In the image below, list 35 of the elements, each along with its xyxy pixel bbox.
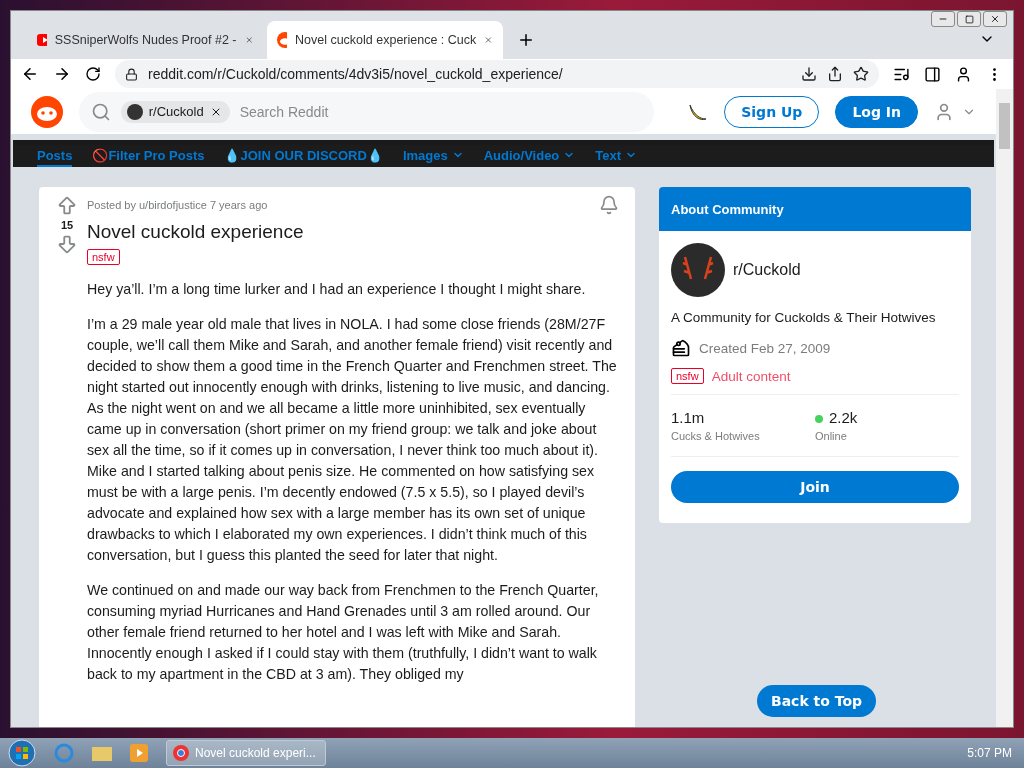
adult-content-label: Adult content — [711, 368, 791, 384]
browser-tab[interactable]: SSSniperWolfs Nudes Proof #2 - — [27, 21, 263, 59]
stat-label: Online — [815, 430, 848, 442]
community-name: r/Cuckold — [733, 261, 801, 279]
vote-count: 15 — [60, 219, 74, 231]
log-in-button[interactable]: Log In — [835, 95, 918, 128]
community-description: A Community for Cuckolds & Their Hotwives — [671, 309, 937, 327]
stat-value: 1.1m — [671, 409, 706, 426]
community-chip[interactable]: r/Cuckold — [120, 100, 230, 123]
post-paragraph: We continued on and made our way back from Frenchmen to the French Quarter, consuming myriad Hurricanes and Hand Grenades until 3 am rolled around. Our other female friend returned to her hotel and I was left with Mike and Sarah. Innocently enough I asked if I could stay with them (truthfully, I didn’t want to walk back to my apartment in the CBD at 3 am). They obliged my — [87, 581, 600, 684]
about-heading: About Community — [659, 187, 971, 231]
sign-up-button[interactable]: Sign Up — [724, 95, 820, 128]
browser-tab[interactable]: Novel cuckold experience : Cuck — [267, 21, 503, 59]
nsfw-flair: nsfw — [87, 249, 120, 265]
stat-value: 2.2k — [815, 409, 959, 426]
join-button[interactable]: Join — [671, 471, 959, 503]
post-paragraph: I’m a 29 male year old male that lives in NOLA. I had some close friends (28M/27F couple, we’ll call them Mike and Sarah, and another female friend) visit recently and decided to show them a good time in the French Quarter and Frenchmen street. The night started out innocently enough with drinks, listening to live music, and dancing. As the night went on and we all became a little more uninhibited, sex eventually came up in conversation (short primer on my friend group: we talk and joke about sex all the time, so if it comes up in conversation, I never think too much about it). Mike and I started talking about penis size. He commented on how satisfying sex must be with a large penis. I’m decently endowed (7.5 x 5.5), so I played devil’s advocate and explained how sex with a large member has its own set of unique drawbacks to which I elaborated my own experiences. I didn’t think much of this conversation, but I guess this planted the seed for later that night. — [87, 315, 618, 565]
post-meta: Posted by u/birdofjustice 7 years ago — [87, 199, 268, 211]
search-placeholder: Search Reddit — [239, 103, 329, 120]
post-title: Novel cuckold experience — [87, 221, 305, 243]
nav-tab[interactable]: Text — [595, 145, 638, 167]
back-to-top-button[interactable]: Back to Top — [757, 685, 877, 717]
taskbar-window[interactable]: Novel cuckold experi... — [166, 740, 326, 766]
nav-tab[interactable]: Audio/Video — [483, 145, 576, 167]
nav-tab[interactable]: Posts — [37, 145, 73, 167]
search-field[interactable]: r/Cuckold Search Reddit — [78, 91, 655, 132]
address-bar[interactable]: reddit.com/r/Cuckold/comments/4dv3i5/novel_cuckold_experience/ — [115, 60, 879, 88]
nav-tab[interactable]: Images — [402, 145, 464, 167]
nav-tab[interactable]: 💧JOIN OUR DISCORD💧 — [224, 145, 383, 167]
clock: 5:07 PM — [967, 746, 1012, 760]
nsfw-flair: nsfw — [671, 368, 704, 384]
nav-tab[interactable]: 🚫Filter Pro Posts — [92, 145, 205, 167]
created-date: Created Feb 27, 2009 — [699, 340, 831, 356]
stat-label: Cucks & Hotwives — [671, 430, 761, 442]
post-paragraph: Hey ya’ll. I’m a long time lurker and I had an experience I thought I might share. — [87, 280, 587, 299]
